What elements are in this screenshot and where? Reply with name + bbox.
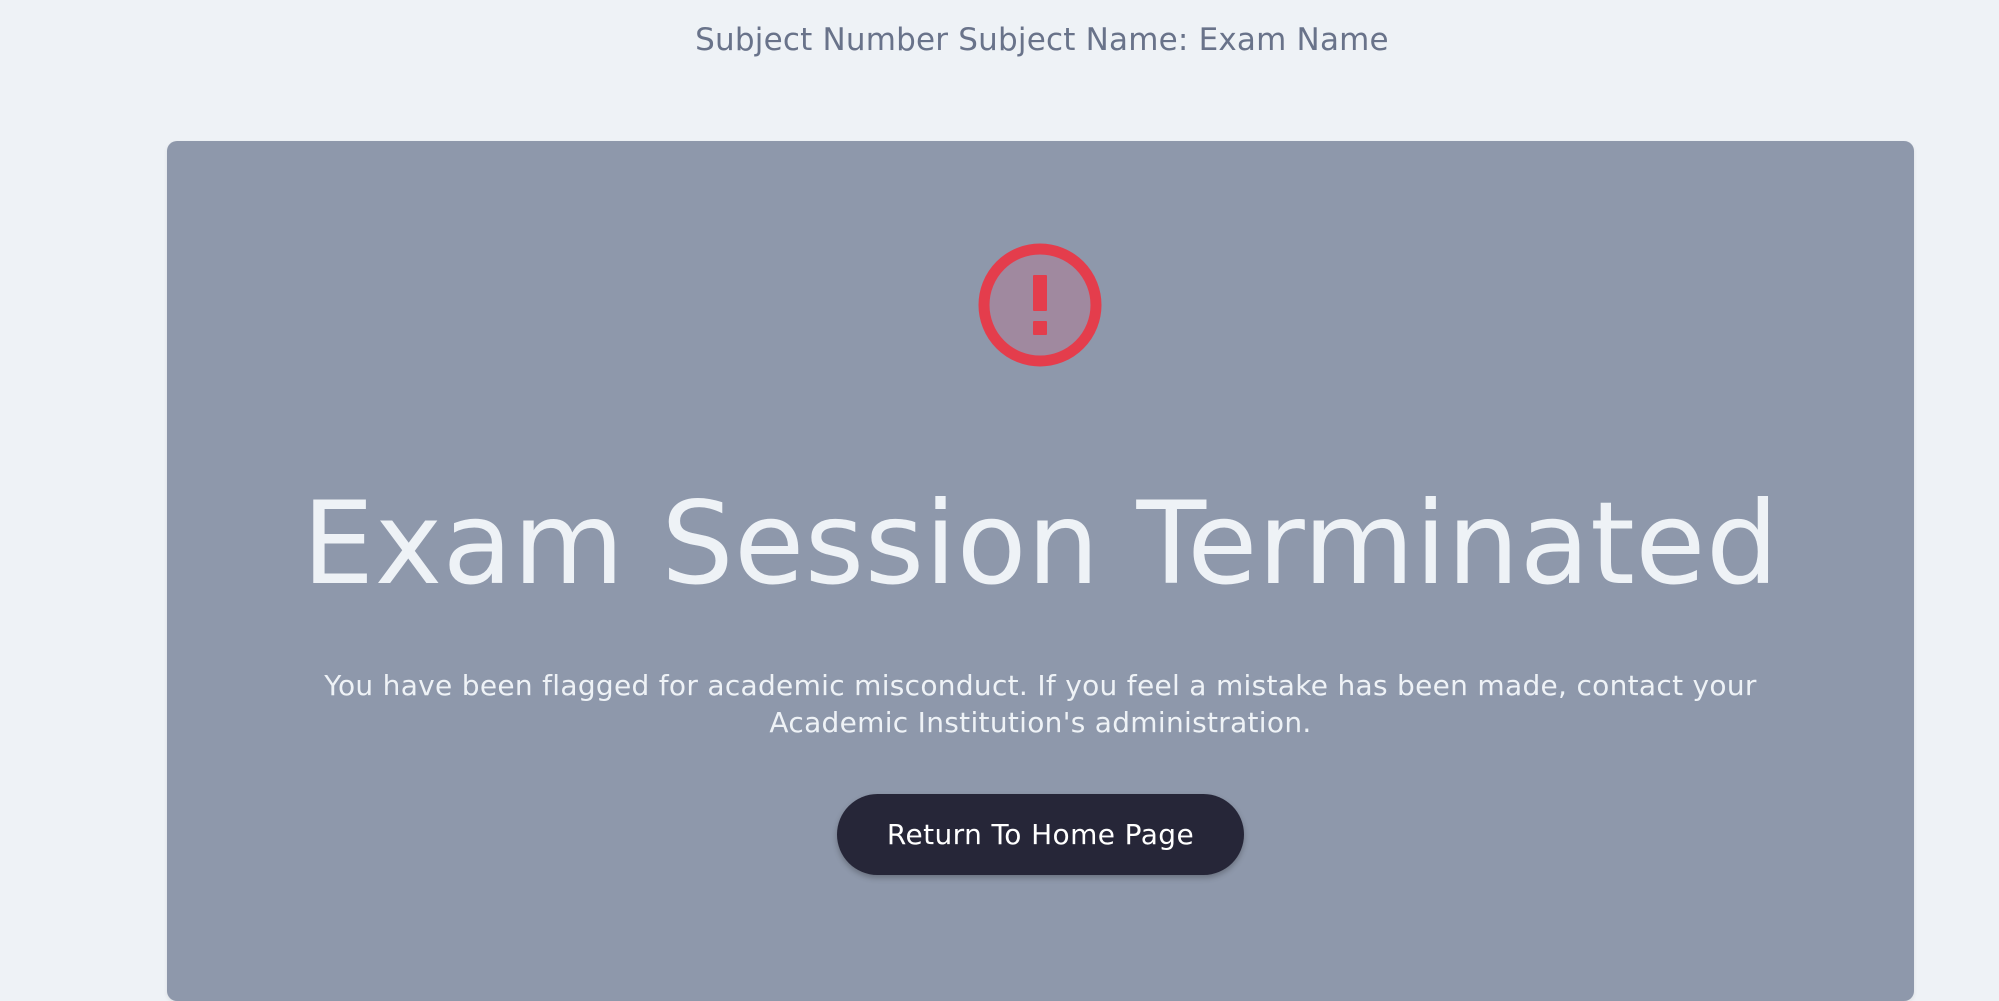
termination-panel: Exam Session Terminated You have been fl…: [167, 141, 1914, 1001]
return-home-button[interactable]: Return To Home Page: [837, 794, 1244, 875]
exam-title: Subject Number Subject Name: Exam Name: [695, 22, 1389, 58]
exclamation-circle-icon: [978, 243, 1102, 367]
misconduct-message: You have been flagged for academic misco…: [324, 669, 1757, 739]
page-title: Exam Session Terminated: [302, 477, 1779, 610]
